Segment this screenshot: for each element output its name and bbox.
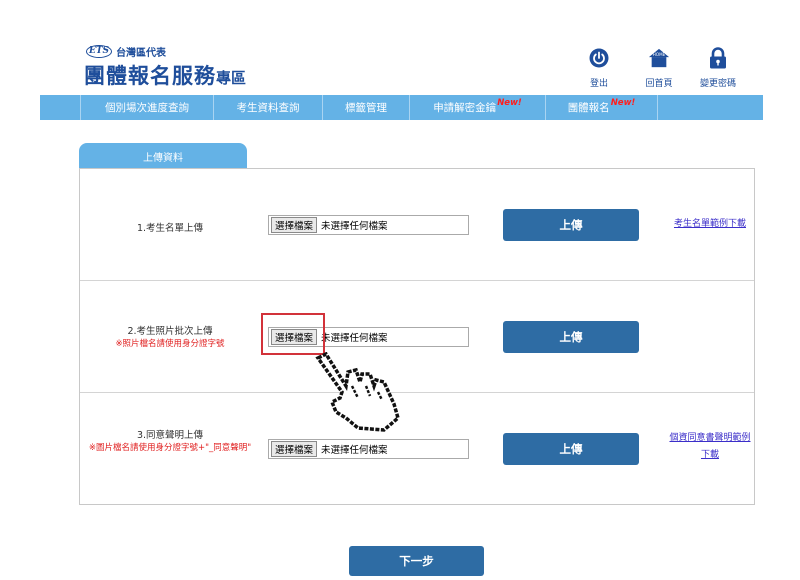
nav-divider	[657, 95, 658, 120]
nav-item-label: 個別場次進度查詢	[105, 102, 189, 114]
home-icon-text: HOME	[653, 52, 666, 57]
nav-item-decryption-key[interactable]: 申請解密金鑰 New!	[409, 95, 545, 120]
change-password-label: 變更密碼	[699, 79, 736, 89]
nav-item-label: 團體報名	[567, 102, 610, 114]
nav-item-label: 申請解密金鑰	[433, 102, 497, 114]
row-label: 1.考生名單上傳	[136, 223, 204, 234]
upload-button[interactable]: 上傳	[503, 433, 639, 465]
row-note: ※照片檔名請使用身分證字號	[115, 339, 225, 349]
candidate-list-sample-download-link[interactable]: 考生名單範例下載	[668, 216, 752, 233]
choose-file-button[interactable]: 選擇檔案	[271, 217, 318, 233]
file-status: 未選擇任何檔案	[321, 333, 388, 344]
main-nav: 個別場次進度查詢 考生資料查詢 標籤管理 申請解密金鑰 New! 團體報名 New!	[40, 95, 763, 120]
nav-item-group-registration[interactable]: 團體報名 New!	[545, 95, 657, 120]
highlight-box	[261, 313, 325, 355]
tab-label: 上傳資料	[143, 152, 183, 164]
home-label: 回首頁	[645, 79, 673, 89]
tab-upload-data[interactable]: 上傳資料	[79, 143, 247, 169]
logout-label: 登出	[589, 79, 608, 89]
upload-row-candidate-list: 1.考生名單上傳 選擇檔案 未選擇任何檔案 上傳 考生名單範例下載	[80, 169, 754, 281]
nav-item-label: 考生資料查詢	[236, 102, 300, 114]
upload-row-photos: 2.考生照片批次上傳 ※照片檔名請使用身分證字號 選擇檔案 未選擇任何檔案 上傳	[80, 281, 754, 393]
page-title: 團體報名服務專區	[84, 60, 246, 90]
file-status: 未選擇任何檔案	[321, 221, 388, 232]
upload-button[interactable]: 上傳	[503, 209, 639, 241]
power-icon	[588, 46, 610, 70]
file-status: 未選擇任何檔案	[321, 445, 388, 456]
new-badge: New!	[497, 97, 522, 108]
brand-main-sub: 專區	[216, 69, 247, 87]
row-label: 3.同意聲明上傳	[136, 430, 204, 441]
pointing-hand-icon	[315, 352, 400, 432]
logout-link[interactable]: 登出	[569, 46, 629, 89]
nav-item-candidate-query[interactable]: 考生資料查詢	[213, 95, 322, 120]
consent-sample-download-link[interactable]: 個資同意書聲明範例下載	[668, 430, 752, 464]
nav-item-session-progress[interactable]: 個別場次進度查詢	[80, 95, 213, 120]
home-link[interactable]: HOME 回首頁	[629, 46, 689, 89]
brand-main-text: 團體報名服務	[84, 64, 216, 88]
next-step-button[interactable]: 下一步	[349, 546, 484, 576]
home-icon: HOME	[648, 46, 670, 70]
brand-small: ETS 台灣區代表	[86, 44, 166, 59]
upload-row-consent: 3.同意聲明上傳 ※圖片檔名請使用身分證字號+"_同意聲明" 選擇檔案 未選擇任…	[80, 393, 754, 505]
choose-file-button[interactable]: 選擇檔案	[271, 441, 318, 457]
nav-item-label: 標籤管理	[345, 102, 387, 114]
file-input-consent[interactable]: 選擇檔案 未選擇任何檔案	[268, 439, 469, 459]
brand-small-text: 台灣區代表	[116, 48, 167, 59]
row-label: 2.考生照片批次上傳	[127, 326, 213, 337]
row-note: ※圖片檔名請使用身分證字號+"_同意聲明"	[88, 443, 252, 453]
change-password-link[interactable]: 變更密碼	[688, 46, 748, 89]
nav-item-tag-management[interactable]: 標籤管理	[322, 95, 409, 120]
lock-icon	[707, 46, 729, 70]
file-input-candidate-list[interactable]: 選擇檔案 未選擇任何檔案	[268, 215, 469, 235]
ets-logo-icon: ETS	[86, 45, 113, 58]
new-badge: New!	[610, 97, 636, 108]
upload-button[interactable]: 上傳	[503, 321, 639, 353]
upload-form: 1.考生名單上傳 選擇檔案 未選擇任何檔案 上傳 考生名單範例下載 2.考生照片…	[79, 168, 755, 505]
